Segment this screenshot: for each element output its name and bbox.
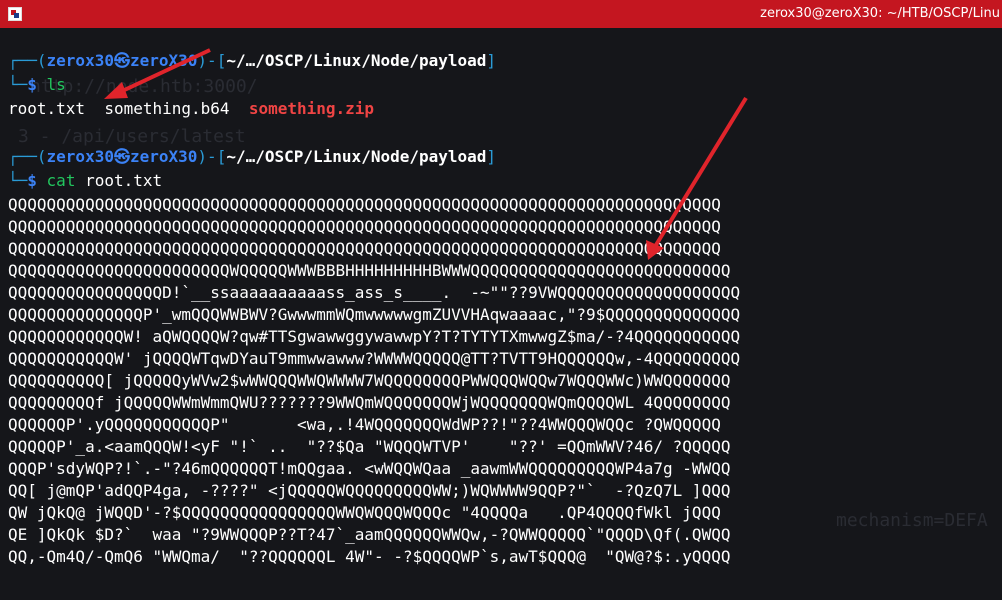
arrow-to-root-txt-icon — [104, 48, 211, 99]
arrow-to-ascii-art-icon — [646, 96, 748, 260]
annotation-arrows — [104, 48, 748, 260]
